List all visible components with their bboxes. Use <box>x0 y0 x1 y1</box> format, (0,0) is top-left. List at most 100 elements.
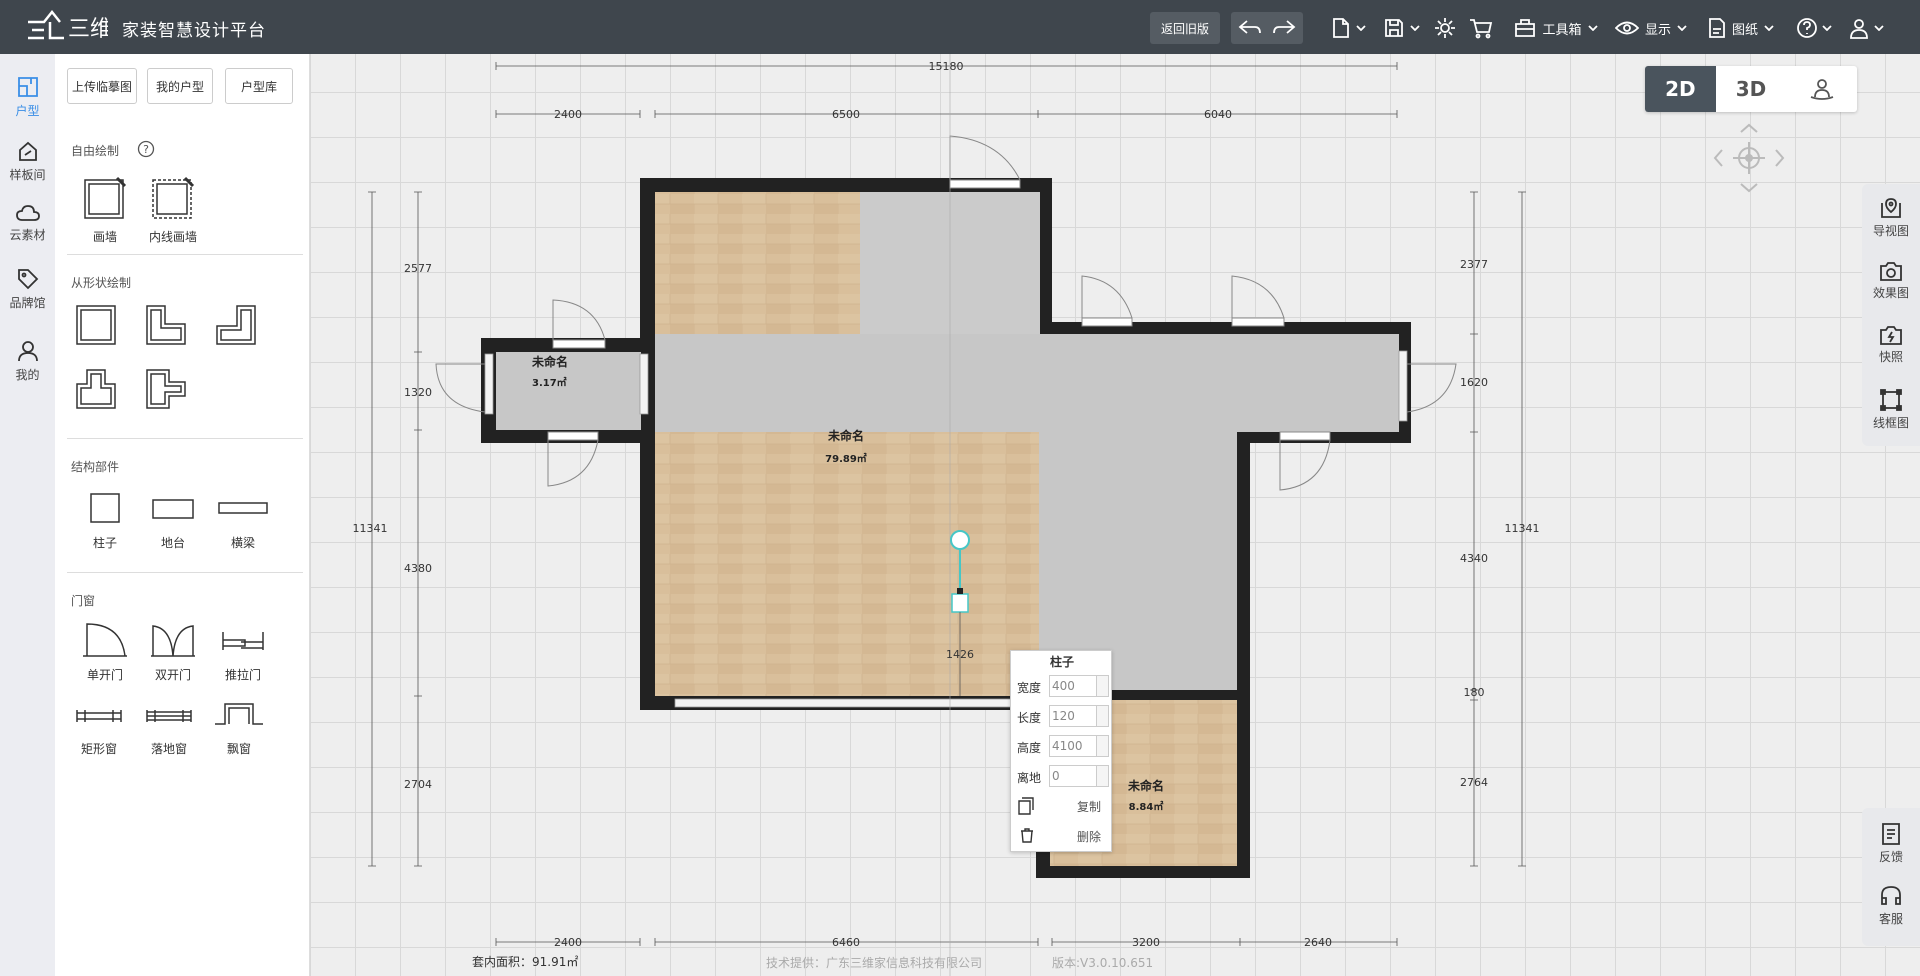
room-name[interactable]: 未命名 <box>531 354 568 369</box>
main-room-floor[interactable] <box>655 432 1039 696</box>
svg-text:11341: 11341 <box>353 522 388 535</box>
floorplan-drawing[interactable]: 15180 2400 6500 6040 2400 6460 3200 2640… <box>310 54 1920 976</box>
length-input[interactable]: 120 <box>1049 705 1097 727</box>
save-button[interactable] <box>1378 12 1426 44</box>
left-nav: 户型 样板间 云素材 品牌馆 我的 <box>0 54 55 976</box>
tool-floor-window[interactable]: 落地窗 <box>137 698 201 757</box>
cloud-icon <box>15 205 40 221</box>
height-input[interactable]: 4100 <box>1049 735 1097 757</box>
snapshot-button[interactable]: 快照 <box>1862 324 1920 365</box>
room-name[interactable]: 未命名 <box>1127 778 1164 793</box>
nav-brand[interactable]: 品牌馆 <box>0 260 55 324</box>
gear-icon <box>1435 18 1455 38</box>
window[interactable] <box>484 353 494 415</box>
drawing-icon <box>1709 18 1725 38</box>
svg-text:6040: 6040 <box>1204 108 1232 121</box>
toolbox-icon <box>1515 19 1536 37</box>
tool-bay-window[interactable]: 飘窗 <box>207 698 271 757</box>
width-input[interactable]: 400 <box>1049 675 1097 697</box>
tool-sliding-door[interactable]: 推拉门 <box>211 620 275 683</box>
window[interactable] <box>674 698 1021 708</box>
undo-icon[interactable] <box>1237 17 1263 39</box>
my-floorplan-button[interactable]: 我的户型 <box>147 68 213 104</box>
window[interactable] <box>639 353 649 415</box>
nav-map-button[interactable]: 导视图 <box>1862 196 1920 239</box>
popup-title: 柱子 <box>1049 655 1074 669</box>
nav-mine[interactable]: 我的 <box>0 332 55 396</box>
rect-window-icon <box>76 710 122 722</box>
cart-button[interactable] <box>1466 12 1496 44</box>
view-3d-button[interactable]: 3D <box>1716 66 1787 112</box>
small-room-floor[interactable] <box>496 352 641 430</box>
room-name[interactable]: 未命名 <box>827 428 864 443</box>
tool-beam[interactable]: 横梁 <box>211 488 275 551</box>
chevron-down-icon <box>1764 25 1774 31</box>
pan-compass-icon[interactable] <box>1712 122 1786 194</box>
back-old-version-button[interactable]: 返回旧版 <box>1150 12 1220 44</box>
nav-cloud-material[interactable]: 云素材 <box>0 196 55 260</box>
delete-button[interactable]: 删除 <box>1017 823 1111 849</box>
height-stepper[interactable] <box>1097 735 1109 757</box>
length-stepper[interactable] <box>1097 705 1109 727</box>
floorplan-library-button[interactable]: 户型库 <box>225 68 293 104</box>
display-button[interactable]: 显示 <box>1612 12 1690 44</box>
nav-floorplan[interactable]: 户型 <box>0 68 55 132</box>
account-button[interactable] <box>1844 12 1888 44</box>
room-top-left-floor[interactable] <box>655 192 860 338</box>
render-button[interactable]: 效果图 <box>1862 260 1920 301</box>
template-icon <box>18 141 37 161</box>
settings-button[interactable] <box>1430 12 1460 44</box>
tool-inner-wall[interactable]: 内线画墙 <box>141 174 205 245</box>
view-toggle: 2D 3D <box>1645 66 1857 112</box>
tool-rect-window[interactable]: 矩形窗 <box>67 698 131 757</box>
corridor-floor[interactable] <box>655 334 1399 432</box>
tool-double-door[interactable]: 双开门 <box>141 620 205 683</box>
snapshot-icon <box>1880 326 1902 345</box>
customer-service-button[interactable]: 客服 <box>1862 884 1920 927</box>
svg-text:2400: 2400 <box>554 108 582 121</box>
elevation-stepper[interactable] <box>1097 765 1109 787</box>
eye-icon <box>1614 21 1639 35</box>
help-button[interactable] <box>1792 12 1836 44</box>
bay-window-icon <box>215 703 263 725</box>
divider <box>67 254 303 255</box>
pillar-properties-popup: 柱子 宽度 400 长度 120 高度 4100 离地 0 复制 删除 <box>1010 650 1112 852</box>
new-file-button[interactable] <box>1325 12 1373 44</box>
shape-square-icon[interactable] <box>71 300 121 350</box>
width-stepper[interactable] <box>1097 675 1109 697</box>
feedback-button[interactable]: 反馈 <box>1862 822 1920 865</box>
file-icon <box>1333 18 1349 38</box>
width-field: 宽度 400 <box>1017 673 1111 699</box>
window[interactable] <box>1398 350 1408 422</box>
svg-text:2764: 2764 <box>1460 776 1488 789</box>
copy-button[interactable]: 复制 <box>1017 793 1111 819</box>
shape-l-icon[interactable] <box>141 300 191 350</box>
tool-platform[interactable]: 地台 <box>141 488 205 551</box>
map-pin-icon <box>1881 198 1901 218</box>
svg-text:2400: 2400 <box>554 936 582 949</box>
shape-t-icon[interactable] <box>71 364 121 414</box>
drawings-button[interactable]: 图纸 <box>1702 12 1780 44</box>
redo-icon[interactable] <box>1271 17 1297 39</box>
tool-draw-wall[interactable]: 画墙 <box>73 174 137 245</box>
shape-notch-icon[interactable] <box>141 364 191 414</box>
toolbox-button[interactable]: 工具箱 <box>1510 12 1602 44</box>
shape-reverse-l-icon[interactable] <box>211 300 261 350</box>
tech-credit: 技术提供：广东三维家信息科技有限公司 <box>766 956 983 970</box>
upload-trace-button[interactable]: 上传临摹图 <box>67 68 137 104</box>
help-icon[interactable]: ? <box>137 140 155 158</box>
wireframe-icon <box>1880 389 1902 411</box>
svg-text:?: ? <box>143 143 149 156</box>
chevron-down-icon <box>1410 25 1420 31</box>
walkthrough-button[interactable] <box>1786 66 1857 112</box>
beam-icon <box>218 502 268 514</box>
floorplan-panel: 上传临摹图 我的户型 户型库 自由绘制 ? 画墙 内线画墙 从形状绘制 结构部件… <box>55 54 310 976</box>
elevation-input[interactable]: 0 <box>1049 765 1097 787</box>
tool-pillar[interactable]: 柱子 <box>73 488 137 551</box>
draw-wall-icon <box>84 176 127 219</box>
svg-text:1620: 1620 <box>1460 376 1488 389</box>
tool-single-door[interactable]: 单开门 <box>73 620 137 683</box>
nav-template[interactable]: 样板间 <box>0 132 55 196</box>
view-2d-button[interactable]: 2D <box>1645 66 1716 112</box>
wireframe-button[interactable]: 线框图 <box>1862 388 1920 431</box>
